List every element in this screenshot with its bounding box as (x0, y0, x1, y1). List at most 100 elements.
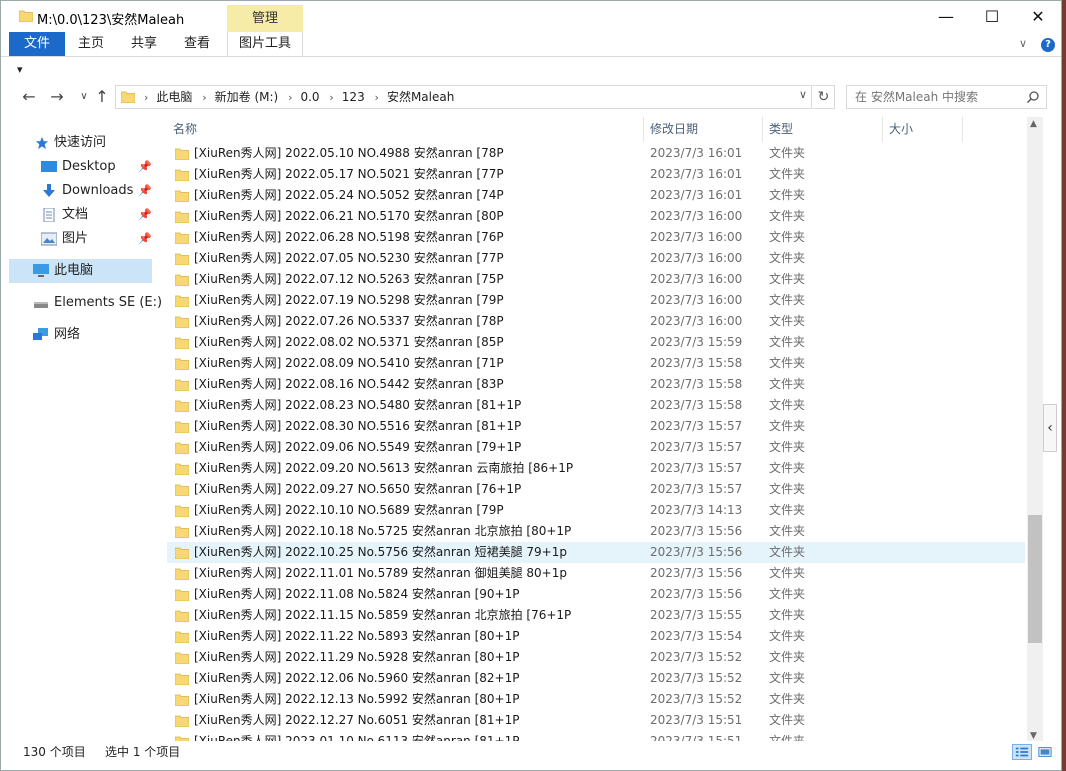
sidebar-item-this-pc[interactable]: 此电脑 (9, 259, 152, 283)
chevron-right-icon[interactable]: › (288, 91, 292, 104)
table-row[interactable]: [XiuRen秀人网] 2022.11.15 No.5859 安然anran 北… (167, 605, 1025, 626)
column-size[interactable]: 大小 (883, 117, 963, 142)
table-row[interactable]: [XiuRen秀人网] 2022.07.19 NO.5298 安然anran [… (167, 290, 1025, 311)
file-type: 文件夹 (769, 692, 806, 706)
refresh-icon[interactable]: ↻ (813, 85, 835, 109)
expand-ribbon-icon[interactable]: ∨ (1019, 37, 1027, 50)
folder-icon (175, 358, 189, 370)
address-bar[interactable]: › 此电脑 › 新加卷 (M:) › 0.0 › 123 › 安然Maleah ∨ (115, 85, 812, 109)
download-arrow-icon (43, 184, 55, 197)
table-row[interactable]: [XiuRen秀人网] 2022.07.26 NO.5337 安然anran [… (167, 311, 1025, 332)
tab-share[interactable]: 共享 (120, 32, 168, 56)
tab-file[interactable]: 文件 (9, 32, 65, 56)
folder-icon (175, 232, 189, 244)
sidebar-item-quick-access[interactable]: 快速访问 (1, 131, 153, 155)
crumb-folder-123[interactable]: 123 (342, 90, 365, 104)
file-name: [XiuRen秀人网] 2022.10.25 No.5756 安然anran 短… (194, 545, 567, 559)
crumb-this-pc[interactable]: 此电脑 (156, 90, 192, 104)
table-row[interactable]: [XiuRen秀人网] 2022.10.18 No.5725 安然anran 北… (167, 521, 1025, 542)
forward-arrow-icon[interactable]: → (47, 86, 67, 108)
table-row[interactable]: [XiuRen秀人网] 2022.06.28 NO.5198 安然anran [… (167, 227, 1025, 248)
file-type: 文件夹 (769, 293, 806, 307)
table-row[interactable]: [XiuRen秀人网] 2022.06.21 NO.5170 安然anran [… (167, 206, 1025, 227)
scroll-down-icon[interactable]: ▼ (1030, 731, 1037, 741)
pin-icon[interactable]: 📌 (138, 227, 152, 251)
file-type: 文件夹 (769, 734, 806, 741)
table-row[interactable]: [XiuRen秀人网] 2022.11.22 No.5893 安然anran [… (167, 626, 1025, 647)
search-box[interactable] (846, 85, 1047, 109)
table-row[interactable]: [XiuRen秀人网] 2022.11.01 No.5789 安然anran 御… (167, 563, 1025, 584)
column-date[interactable]: 修改日期 (644, 117, 763, 142)
table-row[interactable]: [XiuRen秀人网] 2022.12.13 No.5992 安然anran [… (167, 689, 1025, 710)
search-input[interactable] (847, 86, 1017, 108)
folder-icon (175, 148, 189, 160)
file-name: [XiuRen秀人网] 2022.11.15 No.5859 安然anran 北… (194, 608, 572, 622)
crumb-folder-0-0[interactable]: 0.0 (300, 90, 319, 104)
table-row[interactable]: [XiuRen秀人网] 2022.09.27 NO.5650 安然anran [… (167, 479, 1025, 500)
scroll-up-icon[interactable]: ▲ (1030, 119, 1037, 129)
table-row[interactable]: [XiuRen秀人网] 2022.10.25 No.5756 安然anran 短… (167, 542, 1025, 563)
search-icon[interactable] (1026, 90, 1040, 104)
chevron-right-icon[interactable]: › (202, 91, 206, 104)
table-row[interactable]: [XiuRen秀人网] 2022.12.27 No.6051 安然anran [… (167, 710, 1025, 731)
table-row[interactable]: [XiuRen秀人网] 2022.12.06 No.5960 安然anran [… (167, 668, 1025, 689)
recent-locations-icon[interactable]: ∨ (74, 86, 94, 108)
table-row[interactable]: [XiuRen秀人网] 2022.08.09 NO.5410 安然anran [… (167, 353, 1025, 374)
file-type: 文件夹 (769, 335, 806, 349)
pin-icon[interactable]: 📌 (138, 179, 152, 203)
chevron-right-icon[interactable]: › (375, 91, 379, 104)
column-name[interactable]: 名称 (167, 117, 644, 142)
chevron-left-icon[interactable]: ‹ (1043, 404, 1057, 452)
close-button[interactable]: ✕ (1015, 1, 1061, 32)
table-row[interactable]: [XiuRen秀人网] 2022.10.10 NO.5689 安然anran [… (167, 500, 1025, 521)
file-name: [XiuRen秀人网] 2022.07.26 NO.5337 安然anran [… (194, 314, 504, 328)
sidebar-item-network[interactable]: 网络 (1, 323, 153, 347)
pin-icon[interactable]: 📌 (138, 155, 152, 179)
up-arrow-icon[interactable]: ↑ (92, 86, 112, 108)
minimize-button[interactable]: — (923, 1, 969, 32)
help-icon[interactable]: ? (1041, 38, 1055, 52)
table-row[interactable]: [XiuRen秀人网] 2022.05.17 NO.5021 安然anran [… (167, 164, 1025, 185)
details-view-icon[interactable] (1012, 744, 1032, 760)
sidebar-item-pictures[interactable]: 图片 📌 (1, 227, 153, 251)
table-row[interactable]: [XiuRen秀人网] 2022.05.24 NO.5052 安然anran [… (167, 185, 1025, 206)
file-type: 文件夹 (769, 419, 806, 433)
column-type[interactable]: 类型 (763, 117, 883, 142)
file-name: [XiuRen秀人网] 2022.08.23 NO.5480 安然anran [… (194, 398, 522, 412)
table-row[interactable]: [XiuRen秀人网] 2022.08.16 NO.5442 安然anran [… (167, 374, 1025, 395)
table-row[interactable]: [XiuRen秀人网] 2022.11.29 No.5928 安然anran [… (167, 647, 1025, 668)
column-header-row: ⌃ 名称 修改日期 类型 大小 (167, 117, 1025, 142)
pin-icon[interactable]: 📌 (138, 203, 152, 227)
sidebar-item-documents[interactable]: 文档 📌 (1, 203, 153, 227)
back-arrow-icon[interactable]: ← (19, 86, 39, 108)
table-row[interactable]: [XiuRen秀人网] 2022.08.02 NO.5371 安然anran [… (167, 332, 1025, 353)
table-row[interactable]: [XiuRen秀人网] 2022.08.23 NO.5480 安然anran [… (167, 395, 1025, 416)
explorer-window: M:\0.0\123\安然Maleah 管理 — ☐ ✕ 文件 主页 共享 查看… (0, 0, 1062, 771)
table-row[interactable]: [XiuRen秀人网] 2022.09.20 NO.5613 安然anran 云… (167, 458, 1025, 479)
maximize-button[interactable]: ☐ (969, 1, 1015, 32)
crumb-current[interactable]: 安然Maleah (387, 90, 454, 104)
vertical-scrollbar[interactable]: ▲ ▼ (1027, 117, 1043, 741)
file-name: [XiuRen秀人网] 2022.12.27 No.6051 安然anran [… (194, 713, 520, 727)
table-row[interactable]: [XiuRen秀人网] 2022.08.30 NO.5516 安然anran [… (167, 416, 1025, 437)
table-row[interactable]: [XiuRen秀人网] 2022.05.10 NO.4988 安然anran [… (167, 143, 1025, 164)
scrollbar-thumb[interactable] (1028, 515, 1042, 643)
tab-view[interactable]: 查看 (173, 32, 221, 56)
quick-access-toolbar-icon[interactable]: ▾ (17, 63, 23, 76)
chevron-right-icon[interactable]: › (329, 91, 333, 104)
address-dropdown-icon[interactable]: ∨ (799, 88, 807, 101)
table-row[interactable]: [XiuRen秀人网] 2022.11.08 No.5824 安然anran [… (167, 584, 1025, 605)
large-icons-view-icon[interactable] (1035, 744, 1055, 760)
modified-date: 2023/7/3 16:00 (650, 209, 743, 223)
crumb-drive[interactable]: 新加卷 (M:) (215, 90, 279, 104)
sidebar-item-downloads[interactable]: Downloads 📌 (1, 179, 153, 203)
tab-home[interactable]: 主页 (67, 32, 115, 56)
table-row[interactable]: [XiuRen秀人网] 2022.09.06 NO.5549 安然anran [… (167, 437, 1025, 458)
sidebar-item-desktop[interactable]: Desktop 📌 (1, 155, 153, 179)
table-row[interactable]: [XiuRen秀人网] 2022.07.05 NO.5230 安然anran [… (167, 248, 1025, 269)
sidebar-item-elements-drive[interactable]: Elements SE (E:) (1, 291, 162, 315)
sidebar-item-label: Downloads (62, 183, 134, 198)
table-row[interactable]: [XiuRen秀人网] 2023.01.10 No.6113 安然anran [… (167, 731, 1025, 741)
table-row[interactable]: [XiuRen秀人网] 2022.07.12 NO.5263 安然anran [… (167, 269, 1025, 290)
tab-picture-tools[interactable]: 图片工具 (227, 32, 303, 56)
